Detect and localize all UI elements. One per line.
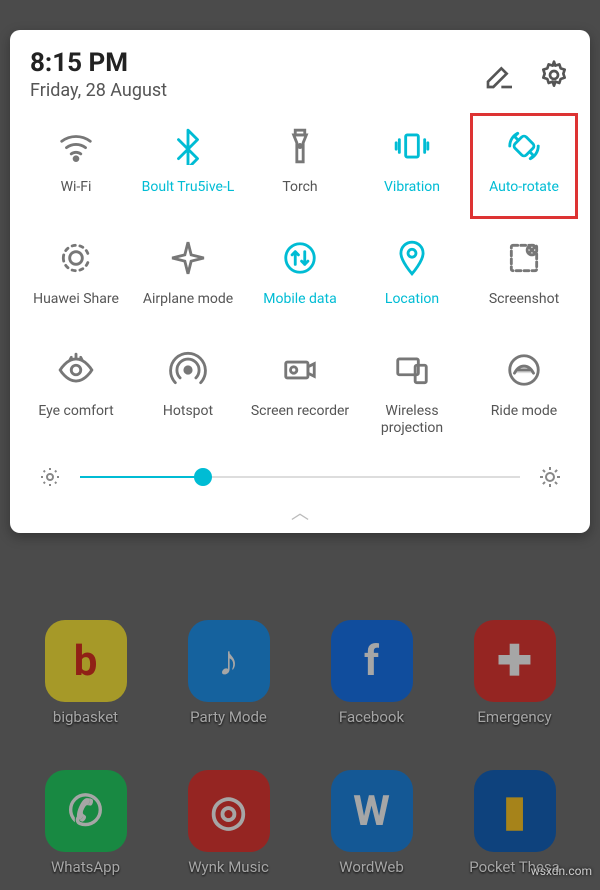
tile-cast[interactable]: Wireless projection bbox=[356, 343, 468, 455]
app-icon: W bbox=[331, 770, 413, 852]
tile-label: Mobile data bbox=[263, 291, 336, 325]
app-icon: ▮ bbox=[474, 770, 556, 852]
app-label: Wynk Music bbox=[188, 858, 269, 876]
app-label: bigbasket bbox=[53, 708, 118, 726]
app-label: Facebook bbox=[339, 708, 404, 726]
tile-eye[interactable]: Eye comfort bbox=[20, 343, 132, 455]
app-emergency[interactable]: ✚ Emergency bbox=[443, 620, 586, 726]
airplane-icon bbox=[169, 239, 207, 277]
app-icon: ◎ bbox=[188, 770, 270, 852]
tile-label: Torch bbox=[282, 179, 317, 213]
app-icon: ✆ bbox=[45, 770, 127, 852]
app-icon: ✚ bbox=[474, 620, 556, 702]
tile-torch[interactable]: Torch bbox=[244, 119, 356, 231]
quick-tiles-grid: Wi-Fi Boult Tru5ive-L Torch Vibration Auto-r… bbox=[20, 119, 580, 455]
home-apps-row: ✆ WhatsApp ◎ Wynk Music W WordWeb ▮Pocket Thes… bbox=[0, 770, 600, 876]
tile-label: Huawei Share bbox=[33, 291, 119, 325]
tile-airplane[interactable]: Airplane mode bbox=[132, 231, 244, 343]
tile-label: Location bbox=[385, 291, 439, 325]
tile-bluetooth[interactable]: Boult Tru5ive-L bbox=[132, 119, 244, 231]
recorder-icon bbox=[281, 351, 319, 389]
autorotate-icon bbox=[505, 127, 543, 165]
ride-icon bbox=[505, 351, 543, 389]
tile-location[interactable]: Location bbox=[356, 231, 468, 343]
brightness-row bbox=[20, 455, 580, 495]
tile-label: Wireless projection bbox=[358, 403, 466, 437]
app-icon: ♪ bbox=[188, 620, 270, 702]
tile-vibration[interactable]: Vibration bbox=[356, 119, 468, 231]
app-wordweb[interactable]: W WordWeb bbox=[300, 770, 443, 876]
home-apps-row: b bigbasket ♪ Party Mode f Facebook ✚ Emergency bbox=[0, 620, 600, 726]
app-bigbasket[interactable]: b bigbasket bbox=[14, 620, 157, 726]
hotspot-icon bbox=[169, 351, 207, 389]
app-icon: f bbox=[331, 620, 413, 702]
tile-label: Boult Tru5ive-L bbox=[142, 179, 235, 213]
tile-autorotate[interactable]: Auto-rotate bbox=[468, 119, 580, 231]
tile-label: Auto-rotate bbox=[489, 179, 559, 213]
tile-recorder[interactable]: Screen recorder bbox=[244, 343, 356, 455]
app-label: Emergency bbox=[477, 708, 551, 726]
share-icon bbox=[57, 239, 95, 277]
collapse-handle[interactable]: ︿ bbox=[20, 495, 580, 529]
location-icon bbox=[393, 239, 431, 277]
tile-label: Screen recorder bbox=[251, 403, 349, 437]
app-label: Party Mode bbox=[190, 708, 267, 726]
cast-icon bbox=[393, 351, 431, 389]
tile-label: Hotspot bbox=[163, 403, 213, 437]
edit-button[interactable] bbox=[484, 59, 516, 91]
tile-screenshot[interactable]: Screenshot bbox=[468, 231, 580, 343]
screenshot-icon bbox=[505, 239, 543, 277]
tile-wifi[interactable]: Wi-Fi bbox=[20, 119, 132, 231]
app-icon: b bbox=[45, 620, 127, 702]
tile-share[interactable]: Huawei Share bbox=[20, 231, 132, 343]
app-whatsapp[interactable]: ✆ WhatsApp bbox=[14, 770, 157, 876]
brightness-low-icon bbox=[38, 465, 62, 489]
brightness-slider[interactable] bbox=[80, 476, 520, 478]
mobiledata-icon bbox=[281, 239, 319, 277]
tile-label: Screenshot bbox=[489, 291, 559, 325]
app-label: WhatsApp bbox=[51, 858, 120, 876]
tile-label: Wi-Fi bbox=[61, 179, 92, 213]
tile-label: Airplane mode bbox=[143, 291, 233, 325]
app-party-mode[interactable]: ♪ Party Mode bbox=[157, 620, 300, 726]
bluetooth-icon bbox=[169, 127, 207, 165]
eye-icon bbox=[57, 351, 95, 389]
tile-ride[interactable]: Ride mode bbox=[468, 343, 580, 455]
tile-label: Eye comfort bbox=[38, 403, 113, 437]
torch-icon bbox=[281, 127, 319, 165]
brightness-high-icon bbox=[538, 465, 562, 489]
tile-hotspot[interactable]: Hotspot bbox=[132, 343, 244, 455]
vibration-icon bbox=[393, 127, 431, 165]
app-wynk-music[interactable]: ◎ Wynk Music bbox=[157, 770, 300, 876]
quick-settings-panel: 8:15 PM Friday, 28 August Wi-Fi Boult Tru… bbox=[10, 30, 590, 533]
app-facebook[interactable]: f Facebook bbox=[300, 620, 443, 726]
app-pocket-thesa[interactable]: ▮Pocket Thesa bbox=[443, 770, 586, 876]
date-label: Friday, 28 August bbox=[30, 80, 462, 101]
time-label: 8:15 PM bbox=[30, 48, 462, 78]
wifi-icon bbox=[57, 127, 95, 165]
watermark: wsxdn.com bbox=[531, 864, 592, 878]
app-label: WordWeb bbox=[339, 858, 404, 876]
tile-label: Ride mode bbox=[491, 403, 557, 437]
tile-label: Vibration bbox=[384, 179, 440, 213]
tile-mobiledata[interactable]: Mobile data bbox=[244, 231, 356, 343]
settings-button[interactable] bbox=[538, 59, 570, 91]
